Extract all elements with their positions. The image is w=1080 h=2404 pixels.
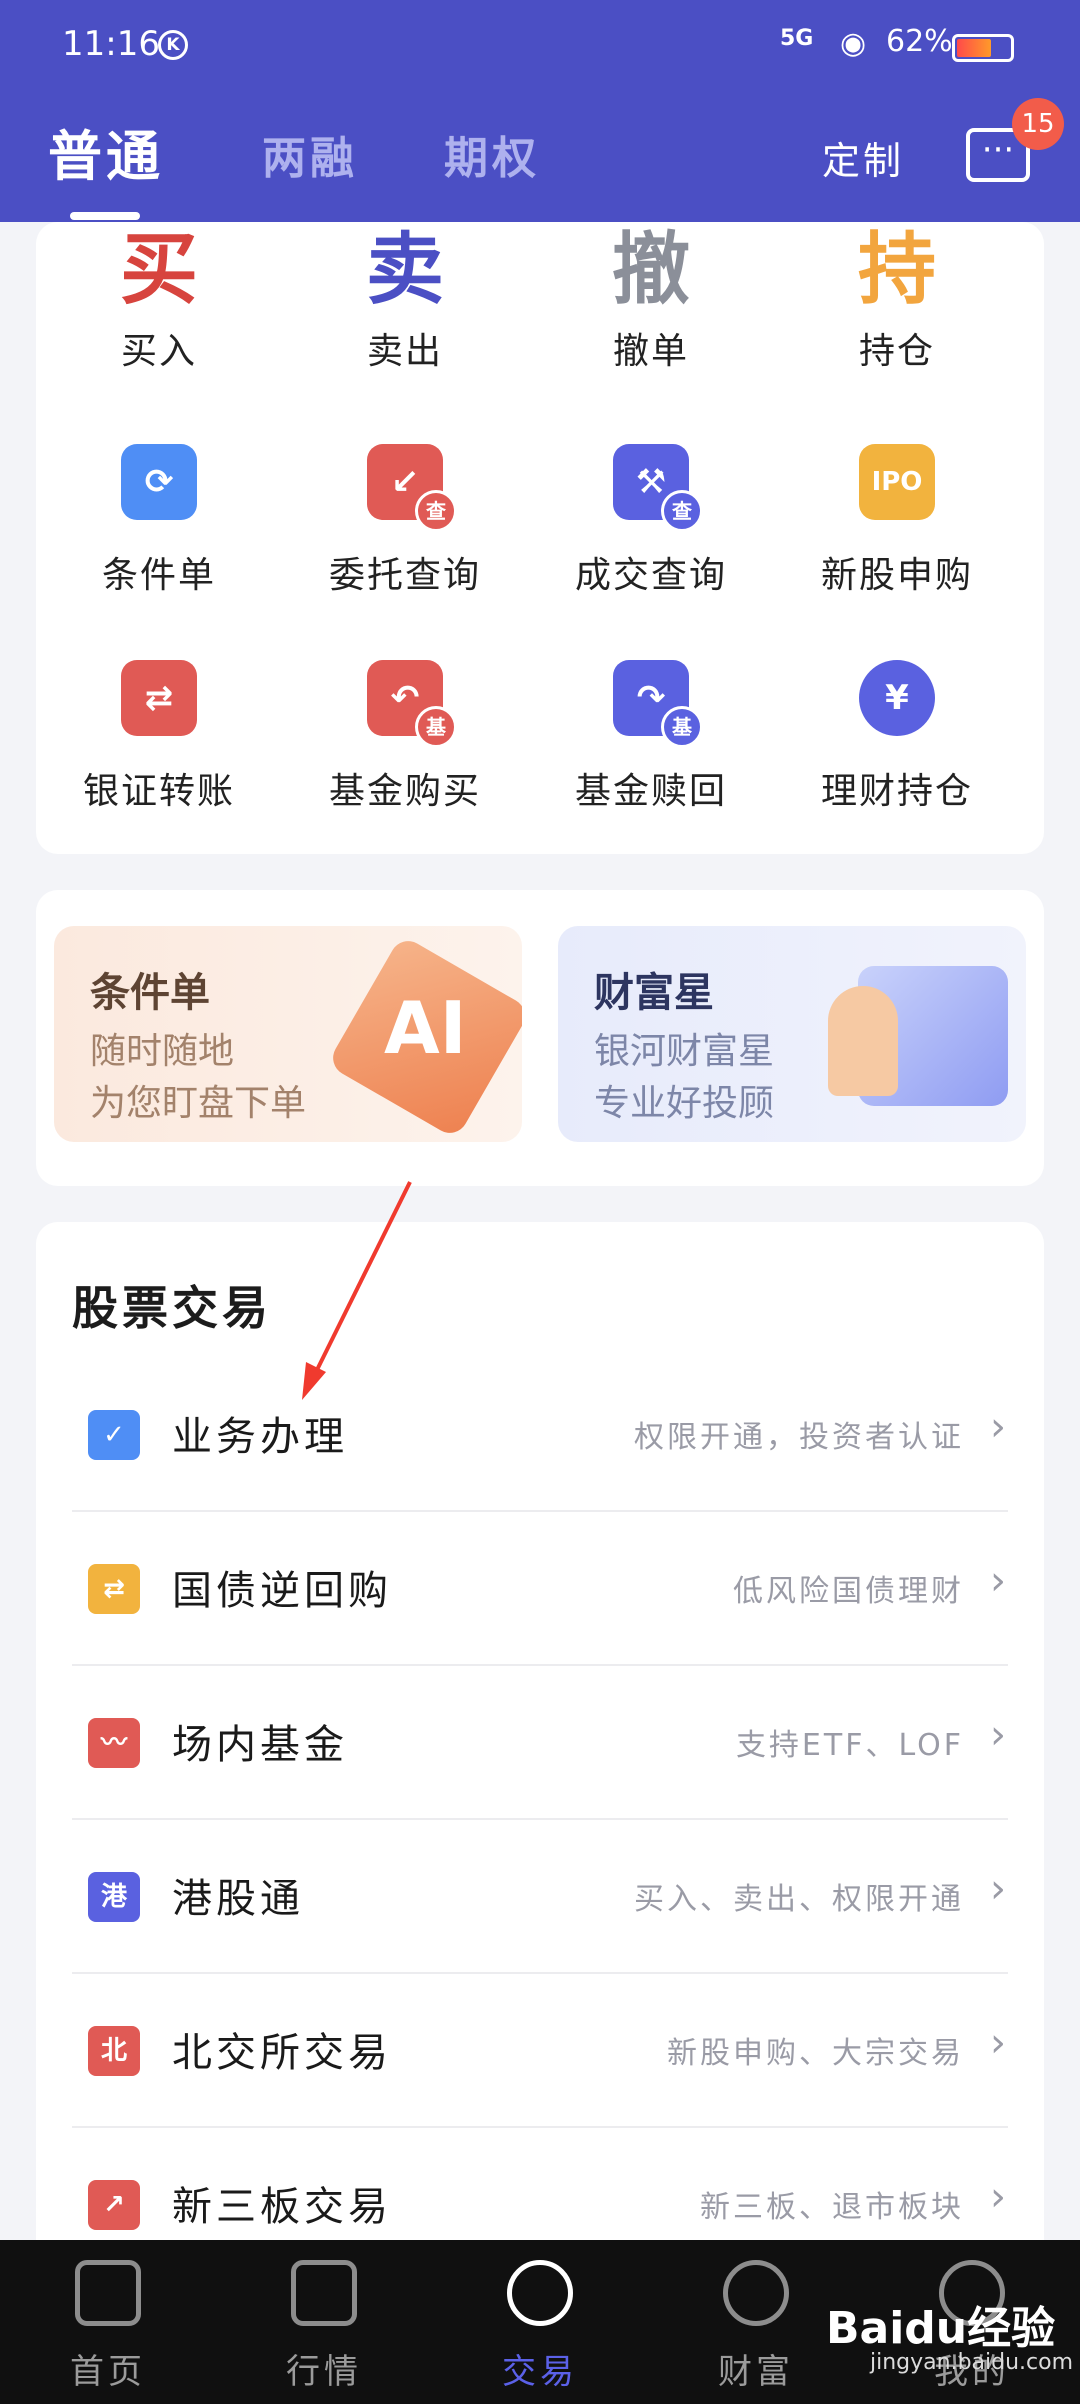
arrow-line — [310, 1181, 412, 1381]
nav-wealth[interactable]: 财富 — [676, 2260, 836, 2393]
home-icon — [75, 2260, 141, 2326]
watermark-url: jingyan.baidu.com — [870, 2350, 1074, 2375]
annotation-arrow — [302, 1181, 412, 1400]
nav-label: 行情 — [286, 2352, 362, 2392]
nav-home[interactable]: 首页 — [28, 2260, 188, 2393]
nav-label: 交易 — [502, 2352, 578, 2392]
watermark-logo: Baidu经验 — [826, 2303, 1056, 2354]
arrow-head — [302, 1362, 326, 1400]
trade-icon — [507, 2260, 573, 2326]
nav-label: 财富 — [718, 2352, 794, 2392]
nav-trade[interactable]: 交易 — [460, 2260, 620, 2393]
market-icon — [291, 2260, 357, 2326]
nav-market[interactable]: 行情 — [244, 2260, 404, 2393]
nav-label: 首页 — [70, 2352, 146, 2392]
wealth-icon — [723, 2260, 789, 2326]
